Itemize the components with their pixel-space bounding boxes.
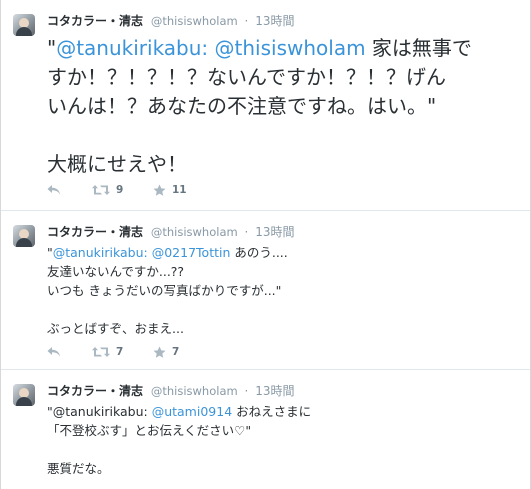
mention-link[interactable]: @tanukirikabu: <box>53 245 148 260</box>
fullname-link[interactable]: コタカラー・清志 <box>47 225 143 239</box>
retweet-count: 9 <box>116 184 124 196</box>
tweet-text: "@tanukirikabu: @0217Tottin あのう.... 友達いな… <box>47 243 519 338</box>
timestamp-link[interactable]: 13時間 <box>255 384 294 398</box>
reply-button[interactable] <box>47 344 61 360</box>
timestamp-link[interactable]: 13時間 <box>255 14 294 28</box>
timeline: コタカラー・清志 @thisiswholam · 13時間 "@tanukiri… <box>0 0 531 489</box>
retweet-button[interactable]: 9 <box>92 182 123 198</box>
retweet-button[interactable]: 7 <box>92 344 123 360</box>
screen-name-link[interactable]: @thisiswholam <box>151 14 238 28</box>
favorite-icon <box>153 346 166 358</box>
tweet-header: コタカラー・清志 @thisiswholam · 13時間 <box>47 384 294 398</box>
retweet-icon <box>92 185 110 195</box>
tweet-text-line: あのう.... <box>230 245 288 260</box>
mention-link[interactable]: @thisiswholam <box>215 36 366 60</box>
tweet-text-line: おねえさまに <box>232 404 312 419</box>
tweet-text: "@tanukirikabu: @thisiswholam 家は無事で すか！？… <box>47 34 519 179</box>
avatar[interactable] <box>13 14 35 36</box>
screen-name-link[interactable]: @thisiswholam <box>151 384 238 398</box>
tweet[interactable]: コタカラー・清志 @thisiswholam · 13時間 "@tanukiri… <box>1 211 530 370</box>
separator: · <box>244 225 249 239</box>
tweet-text-line: いんは！？あなたの不注意ですね。はい。" <box>47 94 437 118</box>
tweet-text-line: 「不登校ぶす」とお伝えください♡" <box>47 423 252 438</box>
favorite-count: 11 <box>172 184 187 196</box>
mention-link[interactable]: @utami0914 <box>152 404 232 419</box>
fullname-link[interactable]: コタカラー・清志 <box>47 14 143 28</box>
tweet-text-line: ぶっとばすぞ、おまえ... <box>47 321 184 336</box>
separator: · <box>244 384 249 398</box>
tweet-text: "@tanukirikabu: @utami0914 おねえさまに 「不登校ぶす… <box>47 402 519 478</box>
favorite-button[interactable]: 7 <box>153 344 179 360</box>
reply-icon <box>47 185 60 195</box>
favorite-icon <box>153 184 166 196</box>
avatar[interactable] <box>13 225 35 247</box>
reply-icon <box>47 347 60 357</box>
tweet-text-line: 大概にせえや！ <box>47 152 187 176</box>
retweet-count: 7 <box>116 346 124 358</box>
tweet-text-line: 友達いないんですか...?? <box>47 264 185 279</box>
mention-link[interactable]: @0217Tottin <box>152 245 231 260</box>
tweet-text-line: いつも きょうだいの写真ばかりですが..." <box>47 283 282 298</box>
tweet-text-line: すか！？！？！？ないんですか！？！？げん <box>47 65 446 89</box>
avatar[interactable] <box>13 384 35 406</box>
tweet-header: コタカラー・清志 @thisiswholam · 13時間 <box>47 14 294 28</box>
favorite-button[interactable]: 11 <box>153 182 187 198</box>
tweet-text-line: 悪質だな。 <box>47 461 110 476</box>
tweet[interactable]: コタカラー・清志 @thisiswholam · 13時間 "@tanukiri… <box>1 370 530 489</box>
retweet-icon <box>92 347 110 357</box>
reply-button[interactable] <box>47 182 61 198</box>
favorite-count: 7 <box>172 346 180 358</box>
fullname-link[interactable]: コタカラー・清志 <box>47 384 143 398</box>
mention-link[interactable]: @tanukirikabu: <box>56 36 208 60</box>
tweet-text-line: "@tanukirikabu: <box>47 404 152 419</box>
timestamp-link[interactable]: 13時間 <box>255 225 294 239</box>
screen-name-link[interactable]: @thisiswholam <box>151 225 238 239</box>
tweet-header: コタカラー・清志 @thisiswholam · 13時間 <box>47 225 294 239</box>
tweet-text-line: 家は無事で <box>365 36 472 60</box>
separator: · <box>244 14 249 28</box>
quote-mark: " <box>47 36 57 60</box>
tweet[interactable]: コタカラー・清志 @thisiswholam · 13時間 "@tanukiri… <box>1 0 530 211</box>
